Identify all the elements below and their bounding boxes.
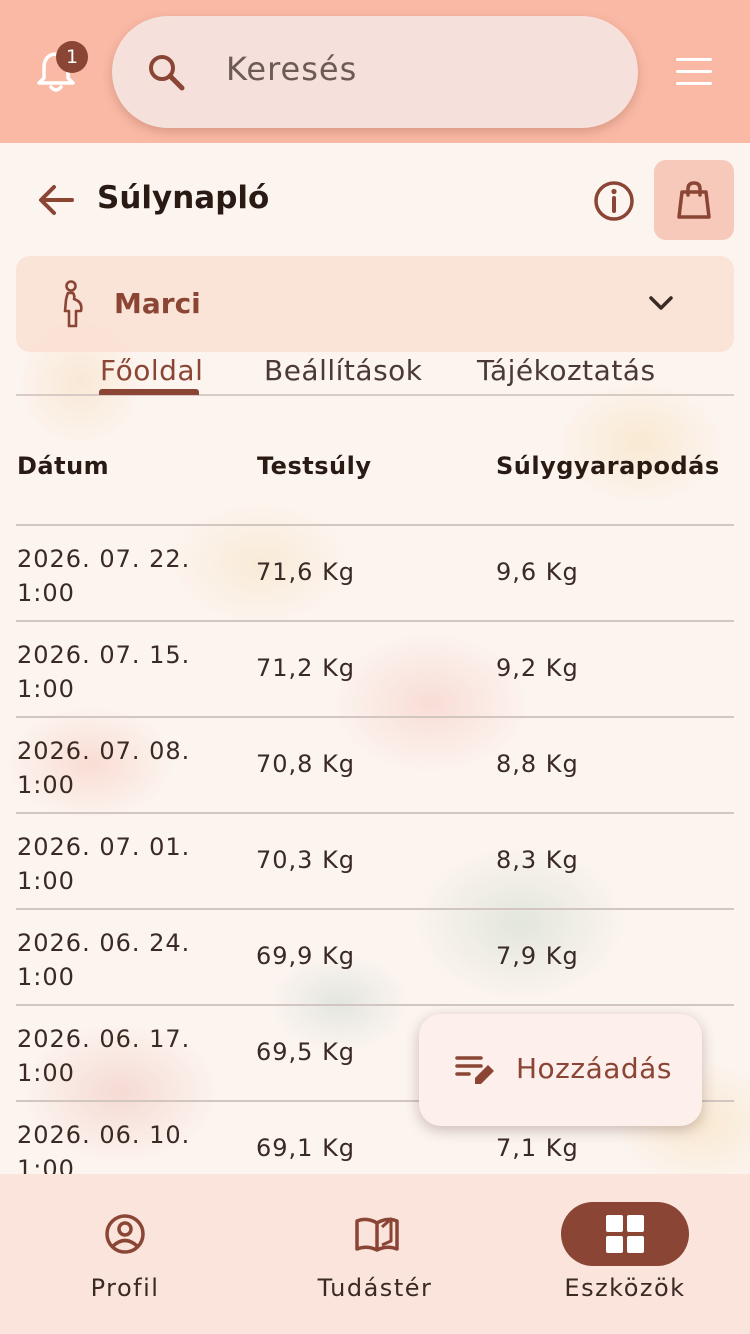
- profile-name: Marci: [114, 287, 201, 320]
- weight-cell: 71,6 Kg: [256, 558, 356, 586]
- profile-selector[interactable]: Marci: [16, 256, 734, 352]
- info-icon[interactable]: [592, 179, 636, 223]
- search-placeholder[interactable]: Keresés: [226, 50, 357, 88]
- nav-item-profile[interactable]: Profil: [0, 1174, 250, 1334]
- gain-cell: 9,2 Kg: [496, 654, 579, 682]
- hamburger-menu-icon[interactable]: [676, 58, 712, 86]
- nav-icon-container: [61, 1202, 189, 1266]
- nav-item-tools[interactable]: Eszközök: [500, 1174, 750, 1334]
- weight-cell: 69,1 Kg: [256, 1134, 356, 1162]
- top-app-bar: 1 Keresés: [0, 0, 750, 143]
- edit-note-icon: [455, 1056, 494, 1084]
- search-bar[interactable]: Keresés: [112, 16, 638, 128]
- notification-badge: 1: [56, 41, 88, 73]
- weight-cell: 69,5 Kg: [256, 1038, 356, 1066]
- nav-label-knowledge: Tudástér: [317, 1274, 433, 1302]
- shopping-bag-icon: [677, 181, 711, 219]
- weight-cell: 70,8 Kg: [256, 750, 356, 778]
- tab-settings[interactable]: Beállítások: [264, 354, 423, 387]
- bottom-navigation: Profil Tudástér Eszközök: [0, 1174, 750, 1334]
- table-row[interactable]: 2026. 07. 22. 1:00 71,6 Kg 9,6 Kg: [16, 524, 734, 620]
- gain-cell: 7,1 Kg: [496, 1134, 579, 1162]
- page-title: Súlynapló: [97, 180, 270, 216]
- nav-label-tools: Eszközök: [564, 1274, 686, 1302]
- date-cell: 2026. 07. 22. 1:00: [17, 545, 191, 607]
- nav-label-profile: Profil: [90, 1274, 160, 1302]
- chevron-down-icon: [649, 296, 673, 310]
- table-row[interactable]: 2026. 07. 08. 1:00 70,8 Kg 8,8 Kg: [16, 716, 734, 812]
- column-header-weight: Testsúly: [257, 452, 372, 480]
- nav-item-knowledge[interactable]: Tudástér: [250, 1174, 500, 1334]
- shop-button[interactable]: [654, 160, 734, 240]
- column-header-gain: Súlygyarapodás: [496, 452, 720, 480]
- tab-main[interactable]: Főoldal: [100, 354, 203, 387]
- tab-information[interactable]: Tájékoztatás: [477, 354, 656, 387]
- weight-cell: 70,3 Kg: [256, 846, 356, 874]
- search-icon: [149, 55, 185, 91]
- account-circle-icon: [105, 1214, 145, 1254]
- table-row[interactable]: 2026. 07. 15. 1:00 71,2 Kg 9,2 Kg: [16, 620, 734, 716]
- tab-bar: Főoldal Beállítások Tájékoztatás: [16, 352, 734, 396]
- nav-icon-container: [311, 1202, 439, 1266]
- gain-cell: 9,6 Kg: [496, 558, 579, 586]
- date-cell: 2026. 06. 10. 1:00: [17, 1121, 191, 1174]
- back-arrow-icon[interactable]: [36, 180, 76, 220]
- add-entry-button[interactable]: Hozzáadás: [419, 1014, 702, 1126]
- column-header-date: Dátum: [17, 452, 110, 480]
- table-row[interactable]: 2026. 07. 01. 1:00 70,3 Kg 8,3 Kg: [16, 812, 734, 908]
- date-cell: 2026. 07. 08. 1:00: [17, 737, 191, 799]
- open-book-icon: [355, 1217, 399, 1252]
- active-tab-indicator: [99, 389, 199, 395]
- gain-cell: 7,9 Kg: [496, 942, 579, 970]
- table-row[interactable]: 2026. 06. 24. 1:00 69,9 Kg 7,9 Kg: [16, 908, 734, 1004]
- weight-cell: 71,2 Kg: [256, 654, 356, 682]
- nav-icon-container-active: [561, 1202, 689, 1266]
- date-cell: 2026. 06. 24. 1:00: [17, 929, 191, 991]
- add-entry-label: Hozzáadás: [516, 1052, 672, 1085]
- date-cell: 2026. 06. 17. 1:00: [17, 1025, 191, 1087]
- weight-cell: 69,9 Kg: [256, 942, 356, 970]
- date-cell: 2026. 07. 01. 1:00: [17, 833, 191, 895]
- gain-cell: 8,3 Kg: [496, 846, 579, 874]
- pregnant-woman-icon: [63, 280, 83, 328]
- gain-cell: 8,8 Kg: [496, 750, 579, 778]
- date-cell: 2026. 07. 15. 1:00: [17, 641, 191, 703]
- grid-icon: [606, 1215, 644, 1253]
